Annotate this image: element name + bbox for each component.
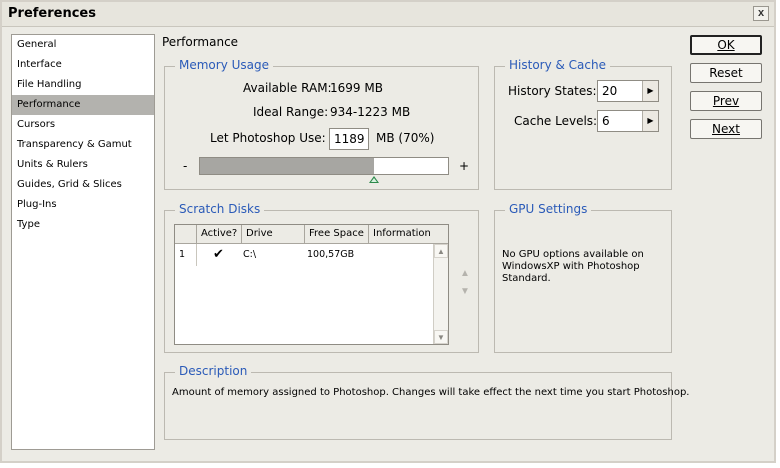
let-photoshop-use-label: Let Photoshop Use: <box>210 131 326 145</box>
triangle-right-icon[interactable]: ▶ <box>642 111 658 131</box>
triangle-down-icon[interactable]: ▼ <box>460 286 470 297</box>
sidebar-item-interface[interactable]: Interface <box>12 55 154 75</box>
slider-thumb-icon[interactable] <box>369 176 379 183</box>
column-header-active[interactable]: Active? <box>197 225 242 243</box>
scratch-disks-table: Active? Drive Free Space Information 1 ✔… <box>174 224 449 345</box>
prev-button-label: Prev <box>712 94 740 108</box>
scroll-up-icon[interactable]: ▲ <box>434 244 448 258</box>
cache-levels-field[interactable]: 6 ▶ <box>597 110 659 132</box>
history-states-field[interactable]: 20 ▶ <box>597 80 659 102</box>
description-text: Amount of memory assigned to Photoshop. … <box>172 387 690 398</box>
gpu-settings-legend: GPU Settings <box>505 202 592 216</box>
window-title: Preferences <box>8 6 96 21</box>
ok-button[interactable]: OK <box>690 35 762 55</box>
slider-minus-label: - <box>183 159 188 173</box>
available-ram-value: 1699 MB <box>330 81 383 95</box>
table-row[interactable]: 1 ✔ C:\ 100,57GB <box>175 244 433 266</box>
scratch-disks-legend: Scratch Disks <box>175 202 265 216</box>
gpu-message-line-2: WindowsXP with Photoshop <box>502 261 640 272</box>
available-ram-label: Available RAM: <box>243 81 332 95</box>
column-header-drive[interactable]: Drive <box>242 225 305 243</box>
row-number: 1 <box>175 244 197 266</box>
memory-slider[interactable] <box>199 157 449 175</box>
cache-levels-label: Cache Levels: <box>514 114 598 128</box>
scroll-down-icon[interactable]: ▼ <box>434 330 448 344</box>
sidebar-item-transparency-gamut[interactable]: Transparency & Gamut <box>12 135 154 155</box>
description-legend: Description <box>175 364 252 378</box>
page-title: Performance <box>162 35 239 49</box>
close-icon[interactable]: x <box>753 6 769 21</box>
triangle-right-icon[interactable]: ▶ <box>642 81 658 101</box>
memory-use-suffix: MB (70%) <box>376 131 435 145</box>
column-header-information[interactable]: Information <box>369 225 448 243</box>
sidebar-item-guides-grid-slices[interactable]: Guides, Grid & Slices <box>12 175 154 195</box>
next-button[interactable]: Next <box>690 119 762 139</box>
reset-button[interactable]: Reset <box>690 63 762 83</box>
sidebar-item-general[interactable]: General <box>12 35 154 55</box>
memory-slider-fill <box>200 158 374 174</box>
history-states-label: History States: <box>508 84 597 98</box>
ok-button-label: OK <box>717 38 735 52</box>
gpu-message-line-1: No GPU options available on <box>502 249 644 260</box>
description-group: Description <box>164 364 672 440</box>
triangle-up-icon[interactable]: ▲ <box>460 268 470 279</box>
next-button-label: Next <box>712 122 740 136</box>
sidebar-item-file-handling[interactable]: File Handling <box>12 75 154 95</box>
sidebar-item-plug-ins[interactable]: Plug-Ins <box>12 195 154 215</box>
history-states-value: 20 <box>602 84 618 98</box>
slider-plus-label: + <box>459 159 470 173</box>
memory-usage-legend: Memory Usage <box>175 58 274 72</box>
checkmark-icon[interactable]: ✔ <box>209 244 229 266</box>
sidebar-item-type[interactable]: Type <box>12 215 154 235</box>
column-header-number <box>175 225 197 243</box>
history-cache-legend: History & Cache <box>505 58 610 72</box>
memory-use-field[interactable]: 1189 <box>329 128 369 150</box>
title-bar: Preferences x <box>2 2 774 27</box>
free-space-cell: 100,57GB <box>307 249 355 260</box>
sidebar-item-units-rulers[interactable]: Units & Rulers <box>12 155 154 175</box>
ideal-range-value: 934-1223 MB <box>330 105 411 119</box>
sidebar-item-cursors[interactable]: Cursors <box>12 115 154 135</box>
sidebar-item-performance[interactable]: Performance <box>12 95 154 115</box>
table-header: Active? Drive Free Space Information <box>175 225 448 244</box>
ideal-range-label: Ideal Range: <box>253 105 329 119</box>
column-header-free-space[interactable]: Free Space <box>305 225 369 243</box>
information-cell <box>369 244 433 266</box>
preferences-sidebar: General Interface File Handling Performa… <box>11 34 155 450</box>
table-scrollbar[interactable]: ▲ ▼ <box>433 244 448 344</box>
prev-button[interactable]: Prev <box>690 91 762 111</box>
cache-levels-value: 6 <box>602 114 610 128</box>
gpu-message-line-3: Standard. <box>502 273 551 284</box>
drive-cell: C:\ <box>243 249 257 260</box>
